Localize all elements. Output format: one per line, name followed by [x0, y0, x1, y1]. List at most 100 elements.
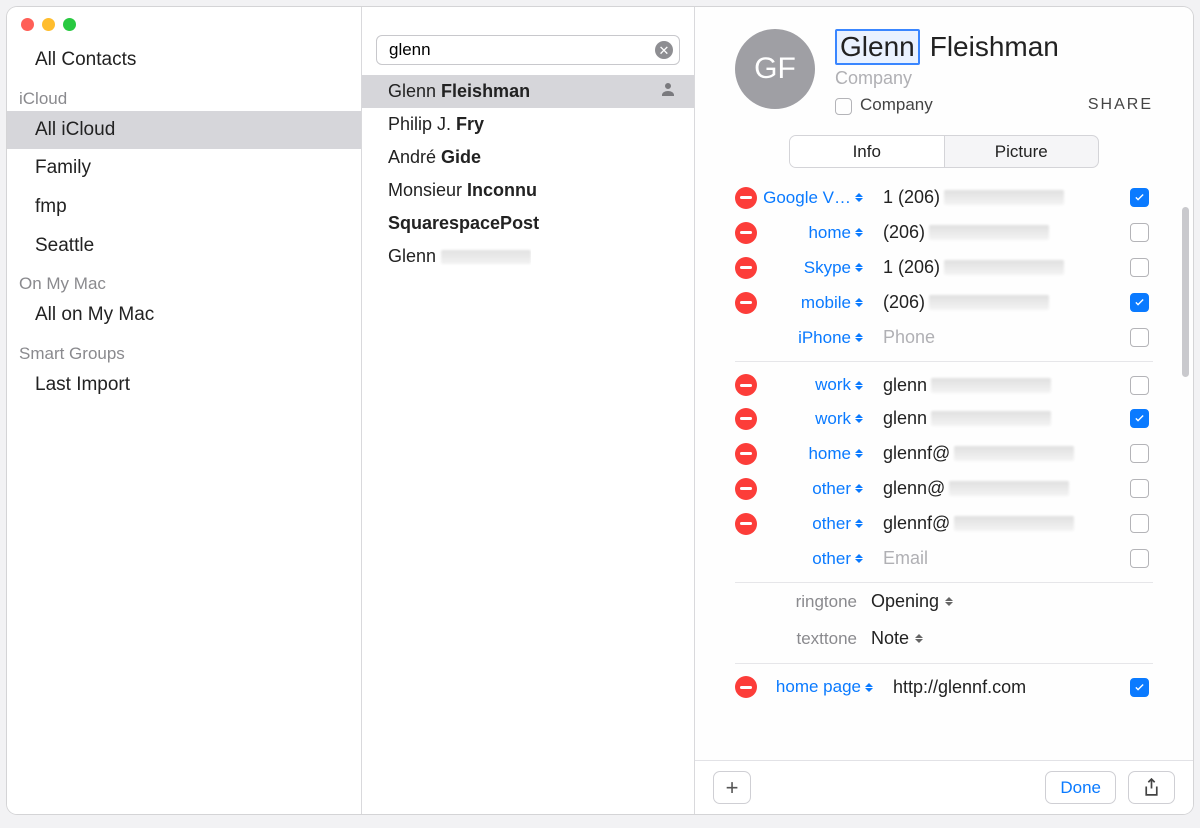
sidebar: All Contacts iCloudAll iCloudFamilyfmpSe…	[7, 7, 362, 814]
scrollbar[interactable]	[1182, 207, 1189, 377]
result-row[interactable]: Philip J. Fry	[362, 108, 694, 141]
field-row: otherglenn@	[735, 471, 1153, 506]
field-label-select[interactable]: Google V…	[763, 188, 871, 208]
share-button[interactable]	[1128, 771, 1175, 804]
field-value[interactable]: glenn@	[871, 478, 1125, 499]
sidebar-item-all-contacts[interactable]: All Contacts	[7, 41, 361, 80]
field-value[interactable]: (206)	[871, 292, 1125, 313]
field-checkbox[interactable]	[1130, 444, 1149, 463]
field-label-select[interactable]: other	[763, 514, 871, 534]
last-name-field[interactable]: Fleishman	[930, 31, 1059, 63]
field-checkbox[interactable]	[1130, 514, 1149, 533]
field-value[interactable]: glennf@	[871, 443, 1125, 464]
field-value[interactable]: glenn	[871, 408, 1125, 429]
field-value[interactable]: glennf@	[871, 513, 1125, 534]
sidebar-item[interactable]: Last Import	[7, 366, 361, 405]
field-value[interactable]: Phone	[871, 327, 1125, 348]
tab-info[interactable]: Info	[790, 136, 945, 167]
ringtone-label: ringtone	[735, 592, 871, 612]
field-checkbox[interactable]	[1130, 549, 1149, 568]
search-field[interactable]: ✕	[376, 35, 680, 65]
close-window-button[interactable]	[21, 18, 34, 31]
result-row[interactable]: Glenn Fleishman	[362, 75, 694, 108]
ringtone-value[interactable]: Opening	[871, 591, 1153, 612]
field-row: Google V…1 (206)	[735, 180, 1153, 215]
field-row: workglenn	[735, 401, 1153, 436]
field-row: otherglennf@	[735, 506, 1153, 541]
sidebar-header: On My Mac	[7, 265, 361, 296]
segmented-control[interactable]: Info Picture	[789, 135, 1099, 168]
field-label-select[interactable]: home	[763, 223, 871, 243]
field-checkbox[interactable]	[1130, 678, 1149, 697]
zoom-window-button[interactable]	[63, 18, 76, 31]
field-value[interactable]: Email	[871, 548, 1125, 569]
texttone-value[interactable]: Note	[871, 628, 1153, 649]
field-checkbox[interactable]	[1130, 328, 1149, 347]
remove-button[interactable]	[735, 513, 757, 535]
field-value[interactable]: http://glennf.com	[881, 677, 1125, 698]
company-field[interactable]: Company	[835, 68, 1153, 89]
avatar[interactable]: GF	[735, 29, 815, 109]
company-checkbox[interactable]: Company	[835, 95, 933, 115]
detail-pane: GF Glenn Fleishman Company Company SHARE	[695, 7, 1193, 814]
sidebar-item[interactable]: Seattle	[7, 227, 361, 266]
remove-button[interactable]	[735, 292, 757, 314]
remove-button[interactable]	[735, 478, 757, 500]
field-value[interactable]: 1 (206)	[871, 257, 1125, 278]
sidebar-item[interactable]: Family	[7, 149, 361, 188]
clear-search-button[interactable]: ✕	[655, 41, 673, 59]
field-value[interactable]: 1 (206)	[871, 187, 1125, 208]
minimize-window-button[interactable]	[42, 18, 55, 31]
remove-button[interactable]	[735, 443, 757, 465]
field-value[interactable]: (206)	[871, 222, 1125, 243]
sidebar-item[interactable]: fmp	[7, 188, 361, 227]
results-pane: ✕ Glenn FleishmanPhilip J. FryAndré Gide…	[362, 7, 695, 814]
result-row[interactable]: Glenn	[362, 240, 694, 273]
field-label-select[interactable]: work	[763, 409, 871, 429]
field-row: otherEmail	[735, 541, 1153, 576]
field-checkbox[interactable]	[1130, 409, 1149, 428]
field-label-select[interactable]: iPhone	[763, 328, 871, 348]
field-label-select[interactable]: other	[763, 479, 871, 499]
done-button[interactable]: Done	[1045, 771, 1116, 804]
field-label-select[interactable]: work	[763, 375, 871, 395]
field-row: home(206)	[735, 215, 1153, 250]
result-row[interactable]: SquarespacePost	[362, 207, 694, 240]
field-checkbox[interactable]	[1130, 188, 1149, 207]
field-row: iPhonePhone	[735, 320, 1153, 355]
detail-toolbar: + Done	[695, 760, 1193, 814]
remove-button[interactable]	[735, 257, 757, 279]
remove-button[interactable]	[735, 676, 757, 698]
sidebar-header: Smart Groups	[7, 335, 361, 366]
result-row[interactable]: Monsieur Inconnu	[362, 174, 694, 207]
field-label-select[interactable]: mobile	[763, 293, 871, 313]
field-label-select[interactable]: other	[763, 549, 871, 569]
field-checkbox[interactable]	[1130, 223, 1149, 242]
search-input[interactable]	[383, 40, 655, 60]
field-checkbox[interactable]	[1130, 479, 1149, 498]
field-label-select[interactable]: home page	[763, 677, 881, 697]
remove-button[interactable]	[735, 187, 757, 209]
sidebar-item[interactable]: All iCloud	[7, 111, 361, 150]
field-label-select[interactable]: Skype	[763, 258, 871, 278]
remove-button[interactable]	[735, 408, 757, 430]
sidebar-item[interactable]: All on My Mac	[7, 296, 361, 335]
result-row[interactable]: André Gide	[362, 141, 694, 174]
texttone-label: texttone	[735, 629, 871, 649]
field-row: homeglennf@	[735, 436, 1153, 471]
field-label-select[interactable]: home	[763, 444, 871, 464]
texttone-row: texttoneNote	[735, 620, 1153, 657]
field-row: Skype1 (206)	[735, 250, 1153, 285]
field-checkbox[interactable]	[1130, 258, 1149, 277]
add-field-button[interactable]: +	[713, 771, 751, 804]
remove-button[interactable]	[735, 374, 757, 396]
first-name-field[interactable]: Glenn	[835, 29, 920, 65]
share-label[interactable]: SHARE	[1088, 96, 1153, 114]
contacts-window: All Contacts iCloudAll iCloudFamilyfmpSe…	[7, 7, 1193, 814]
field-checkbox[interactable]	[1130, 293, 1149, 312]
field-checkbox[interactable]	[1130, 376, 1149, 395]
traffic-lights	[21, 18, 76, 31]
tab-picture[interactable]: Picture	[945, 136, 1099, 167]
remove-button[interactable]	[735, 222, 757, 244]
field-value[interactable]: glenn	[871, 375, 1125, 396]
